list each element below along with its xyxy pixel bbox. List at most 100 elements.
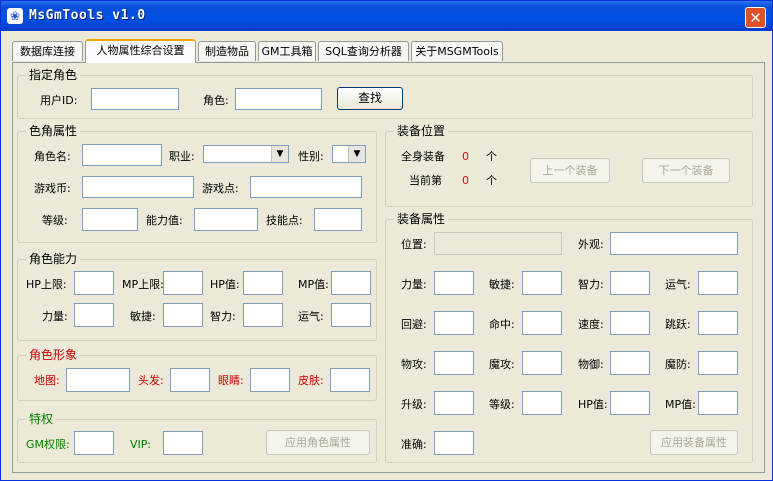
- vip-input[interactable]: [163, 431, 203, 455]
- app-window: ❀ MsGmTools v1.0 ✕ 数据库连接 人物属性综合设置 制造物品 G…: [0, 0, 773, 481]
- str-label: 力量:: [42, 310, 68, 323]
- equip-str-label: 力量:: [401, 278, 427, 291]
- look-input[interactable]: [610, 232, 738, 255]
- apply-role-button[interactable]: 应用角色属性: [266, 430, 370, 455]
- accuracy-label: 准确:: [401, 438, 427, 451]
- watk-input[interactable]: [434, 351, 474, 375]
- role-name-input[interactable]: [82, 144, 162, 166]
- eyes-input[interactable]: [250, 368, 290, 392]
- gender-select[interactable]: ▼: [332, 145, 366, 163]
- equip-dex-label: 敏捷:: [489, 278, 515, 291]
- hit-label: 命中:: [489, 318, 515, 331]
- map-label: 地图:: [34, 374, 60, 387]
- equip-int-input[interactable]: [610, 271, 650, 295]
- str-input[interactable]: [74, 303, 114, 327]
- matk-input[interactable]: [522, 351, 562, 375]
- role-label: 角色:: [203, 94, 229, 107]
- find-button[interactable]: 查找: [337, 87, 403, 110]
- equip-int-label: 智力:: [578, 278, 604, 291]
- jump-input[interactable]: [698, 311, 738, 335]
- look-label: 外观:: [578, 238, 604, 251]
- total-equip-label: 全身装备: [401, 150, 445, 163]
- luk-label: 运气:: [298, 310, 324, 323]
- equip-level-input[interactable]: [522, 391, 562, 415]
- tab-about[interactable]: 关于MSGMTools: [411, 41, 503, 61]
- apply-equip-button[interactable]: 应用装备属性: [650, 430, 738, 455]
- vip-label: VIP:: [130, 438, 152, 451]
- luk-input[interactable]: [331, 303, 371, 327]
- matk-label: 魔攻:: [489, 358, 515, 371]
- role-input[interactable]: [235, 88, 322, 110]
- current-equip-unit: 个: [486, 174, 497, 187]
- chevron-down-icon[interactable]: ▼: [271, 146, 288, 162]
- app-cat-icon: ❀: [7, 8, 23, 24]
- equip-str-input[interactable]: [434, 271, 474, 295]
- mp-max-input[interactable]: [163, 271, 203, 295]
- title-bar[interactable]: ❀ MsGmTools v1.0 ✕: [1, 1, 772, 31]
- tab-database-connect[interactable]: 数据库连接: [12, 41, 83, 61]
- speed-input[interactable]: [610, 311, 650, 335]
- avoid-label: 回避:: [401, 318, 427, 331]
- equip-pos-input: [434, 232, 562, 255]
- upgrade-input[interactable]: [434, 391, 474, 415]
- money-input[interactable]: [82, 176, 194, 198]
- chevron-down-icon[interactable]: ▼: [348, 146, 365, 162]
- speed-label: 速度:: [578, 318, 604, 331]
- job-label: 职业:: [169, 150, 195, 163]
- map-input[interactable]: [66, 368, 130, 392]
- points-input[interactable]: [250, 176, 362, 198]
- mp-label: MP值:: [298, 278, 329, 291]
- equip-pos-label: 位置:: [401, 238, 427, 251]
- current-equip-label: 当前第: [409, 174, 442, 187]
- mdef-input[interactable]: [698, 351, 738, 375]
- ability-input[interactable]: [194, 208, 258, 231]
- close-button[interactable]: ✕: [745, 7, 766, 28]
- equip-mp-input[interactable]: [698, 391, 738, 415]
- eyes-label: 眼睛:: [218, 374, 244, 387]
- user-id-label: 用户ID:: [40, 94, 78, 107]
- current-equip-index: 0: [462, 174, 469, 187]
- dex-input[interactable]: [163, 303, 203, 327]
- avoid-input[interactable]: [434, 311, 474, 335]
- dex-label: 敏捷:: [130, 310, 156, 323]
- tab-make-items[interactable]: 制造物品: [198, 41, 256, 61]
- equip-luk-label: 运气:: [665, 278, 691, 291]
- user-id-input[interactable]: [91, 88, 179, 110]
- privilege-title: 特权: [26, 412, 57, 426]
- int-label: 智力:: [210, 310, 236, 323]
- hp-max-label: HP上限:: [26, 278, 67, 291]
- role-ability-title: 角色能力: [26, 252, 81, 266]
- mp-max-label: MP上限:: [122, 278, 164, 291]
- equip-position-title: 装备位置: [394, 124, 449, 138]
- level-input[interactable]: [82, 208, 138, 231]
- equip-attributes-title: 装备属性: [394, 212, 449, 226]
- accuracy-input[interactable]: [434, 431, 474, 455]
- money-label: 游戏币:: [34, 182, 71, 195]
- hair-input[interactable]: [170, 368, 210, 392]
- next-equip-button[interactable]: 下一个装备: [642, 158, 730, 183]
- equip-attributes-group: 装备属性: [385, 212, 753, 463]
- int-input[interactable]: [243, 303, 283, 327]
- gm-level-input[interactable]: [74, 431, 114, 455]
- wdef-input[interactable]: [610, 351, 650, 375]
- hp-max-input[interactable]: [74, 271, 114, 295]
- equip-hp-input[interactable]: [610, 391, 650, 415]
- tab-gm-toolbox[interactable]: GM工具箱: [258, 41, 316, 61]
- tab-character-settings[interactable]: 人物属性综合设置: [85, 39, 196, 63]
- tab-sql-analyzer[interactable]: SQL查询分析器: [318, 41, 409, 61]
- mp-input[interactable]: [331, 271, 371, 295]
- hp-input[interactable]: [243, 271, 283, 295]
- role-attributes-title: 色角属性: [26, 124, 81, 138]
- skill-points-input[interactable]: [314, 208, 362, 231]
- wdef-label: 物御:: [578, 358, 604, 371]
- equip-luk-input[interactable]: [698, 271, 738, 295]
- points-label: 游戏点:: [202, 182, 239, 195]
- skin-input[interactable]: [330, 368, 370, 392]
- equip-mp-label: MP值:: [665, 398, 696, 411]
- gm-level-label: GM权限:: [26, 438, 70, 451]
- job-select[interactable]: ▼: [203, 145, 289, 163]
- equip-dex-input[interactable]: [522, 271, 562, 295]
- prev-equip-button[interactable]: 上一个装备: [530, 158, 610, 183]
- hit-input[interactable]: [522, 311, 562, 335]
- mdef-label: 魔防:: [665, 358, 691, 371]
